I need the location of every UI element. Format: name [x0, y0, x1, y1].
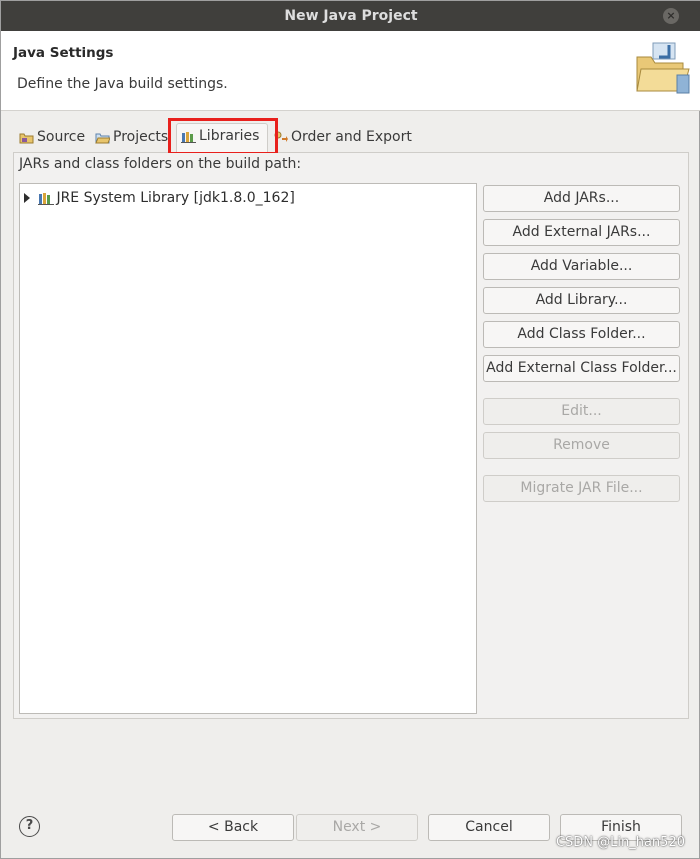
watermark: CSDN @Lin_han520 — [555, 835, 685, 850]
add-external-jars-button[interactable]: Add External JARs... — [483, 219, 680, 246]
add-library-button[interactable]: Add Library... — [483, 287, 680, 314]
edit-button[interactable]: Edit... — [483, 398, 680, 425]
library-icon — [38, 193, 55, 205]
window-titlebar: New Java Project × — [1, 1, 700, 31]
source-folder-icon — [19, 133, 34, 144]
help-icon[interactable]: ? — [19, 816, 40, 837]
projects-folder-icon — [95, 133, 110, 144]
tab-projects-label: Projects — [113, 129, 169, 145]
new-java-project-dialog: New Java Project × Java Settings Define … — [0, 0, 700, 859]
add-external-class-folder-button[interactable]: Add External Class Folder... — [483, 355, 680, 382]
tab-projects[interactable]: Projects — [91, 125, 168, 152]
tab-order-export-label: Order and Export — [291, 129, 412, 145]
tab-source-label: Source — [37, 129, 86, 145]
close-icon[interactable]: × — [663, 8, 679, 24]
remove-button[interactable]: Remove — [483, 432, 680, 459]
back-button[interactable]: < Back — [172, 814, 294, 841]
page-description: Define the Java build settings. — [17, 76, 228, 92]
tree-item-label: JRE System Library [jdk1.8.0_162] — [56, 190, 295, 206]
expand-arrow-icon[interactable] — [24, 193, 30, 203]
add-jars-button[interactable]: Add JARs... — [483, 185, 680, 212]
wizard-header: Java Settings Define the Java build sett… — [1, 31, 700, 111]
build-path-tree[interactable]: JRE System Library [jdk1.8.0_162] — [19, 183, 477, 714]
add-class-folder-button[interactable]: Add Class Folder... — [483, 321, 680, 348]
next-button[interactable]: Next > — [296, 814, 418, 841]
tab-order-and-export[interactable]: Order and Export — [269, 125, 412, 152]
page-title: Java Settings — [13, 45, 114, 61]
tree-item-jre-system-library[interactable]: JRE System Library [jdk1.8.0_162] — [24, 188, 295, 208]
cancel-button[interactable]: Cancel — [428, 814, 550, 841]
migrate-jar-file-button[interactable]: Migrate JAR File... — [483, 475, 680, 502]
libraries-tab-highlight — [168, 118, 278, 155]
add-variable-button[interactable]: Add Variable... — [483, 253, 680, 280]
java-project-banner-icon — [636, 42, 690, 94]
tab-source[interactable]: Source — [15, 125, 85, 152]
settings-tabs: Source Projects Libraries Order and Expo… — [13, 121, 689, 153]
build-path-label: JARs and class folders on the build path… — [19, 156, 302, 172]
window-title: New Java Project — [284, 8, 418, 24]
